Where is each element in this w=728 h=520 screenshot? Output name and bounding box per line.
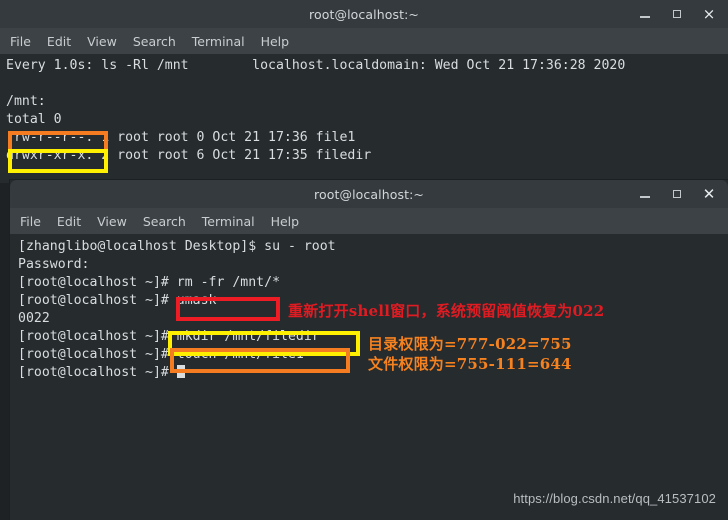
terminal-line-prompt: [root@localhost ~]# <box>18 364 185 382</box>
window1-controls: × <box>638 7 728 22</box>
window1-menubar: File Edit View Search Terminal Help <box>0 28 728 54</box>
menu-item-help[interactable]: Help <box>261 34 290 49</box>
terminal-line: 0022 <box>18 311 50 326</box>
prompt-text: [root@localhost ~]# <box>18 365 177 380</box>
menu-item-search[interactable]: Search <box>133 34 176 49</box>
window2-menubar: File Edit View Search Terminal Help <box>10 208 728 234</box>
terminal-line: total 0 <box>6 112 62 127</box>
maximize-icon[interactable] <box>670 187 684 201</box>
menu-item-view[interactable]: View <box>97 214 127 229</box>
terminal-line: /mnt: <box>6 94 46 109</box>
terminal-line: Every 1.0s: ls -Rl /mnt localhost.locald… <box>6 58 626 73</box>
window2-controls: ✕ <box>638 187 728 202</box>
terminal-line: [root@localhost ~]# mkdir /mnt/filedir <box>18 329 320 344</box>
watermark-url: https://blog.csdn.net/qq_41537102 <box>513 491 716 506</box>
terminal-line: [root@localhost ~]# touch /mnt/file1 <box>18 347 304 362</box>
terminal-line: [root@localhost ~]# rm -fr /mnt/* <box>18 275 281 290</box>
terminal-cursor <box>176 365 185 378</box>
menu-item-terminal[interactable]: Terminal <box>192 34 245 49</box>
terminal-line: [zhanglibo@localhost Desktop]$ su - root <box>18 239 336 254</box>
terminal-line: drwxr-xr-x. 2 root root 6 Oct 21 17:35 f… <box>6 148 372 163</box>
terminal-line: Password: <box>18 257 90 272</box>
window2-terminal-output[interactable]: [zhanglibo@localhost Desktop]$ su - root… <box>10 234 728 520</box>
menu-item-file[interactable]: File <box>10 34 31 49</box>
maximize-icon[interactable] <box>670 7 684 21</box>
annotation-directory-permission: 目录权限为=777-022=755 <box>368 335 572 353</box>
close-icon[interactable]: × <box>702 7 716 22</box>
window2-titlebar[interactable]: root@localhost:~ ✕ <box>10 180 728 208</box>
menu-item-search[interactable]: Search <box>143 214 186 229</box>
menu-item-help[interactable]: Help <box>271 214 300 229</box>
minimize-icon[interactable] <box>638 7 652 21</box>
minimize-icon[interactable] <box>638 187 652 201</box>
window1-titlebar[interactable]: root@localhost:~ × <box>0 0 728 28</box>
annotation-reopen-shell: 重新打开shell窗口，系统预留阈值恢复为022 <box>288 302 605 320</box>
menu-item-edit[interactable]: Edit <box>57 214 81 229</box>
terminal-line: -rw-r--r--. 1 root root 0 Oct 21 17:36 f… <box>6 130 356 145</box>
window1-title: root@localhost:~ <box>309 6 419 22</box>
menu-item-file[interactable]: File <box>20 214 41 229</box>
terminal-window-watch[interactable]: root@localhost:~ × File Edit View Search… <box>0 0 728 183</box>
annotation-file-permission: 文件权限为=755-111=644 <box>368 355 572 373</box>
terminal-line: [root@localhost ~]# umask <box>18 293 217 308</box>
window2-title: root@localhost:~ <box>314 186 424 202</box>
close-icon[interactable]: ✕ <box>702 187 716 202</box>
menu-item-edit[interactable]: Edit <box>47 34 71 49</box>
menu-item-view[interactable]: View <box>87 34 117 49</box>
menu-item-terminal[interactable]: Terminal <box>202 214 255 229</box>
window1-terminal-output[interactable]: Every 1.0s: ls -Rl /mnt localhost.locald… <box>0 54 728 183</box>
